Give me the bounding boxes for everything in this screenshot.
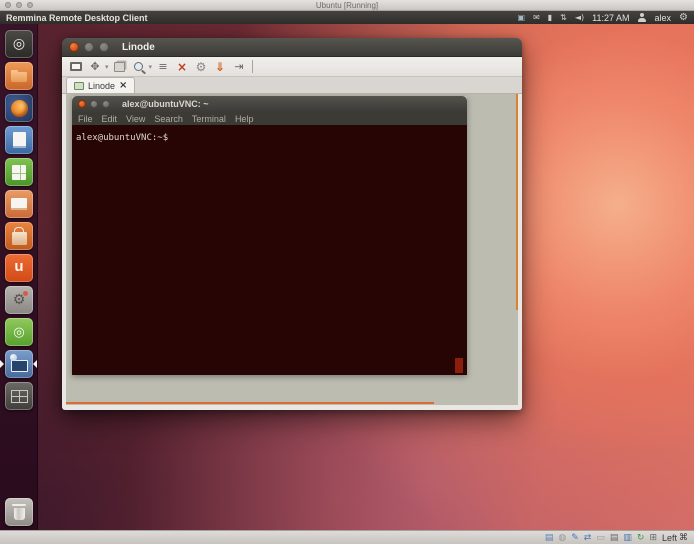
launcher-item-workspace-switcher[interactable] [5, 382, 33, 410]
user-menu[interactable]: alex [655, 13, 672, 23]
menu-file[interactable]: File [78, 114, 93, 124]
launcher-item-remmina[interactable] [5, 350, 33, 378]
launcher-item-system-settings[interactable] [5, 286, 33, 314]
features-icon[interactable]: ↻ [637, 531, 645, 544]
launcher-item-trash[interactable] [5, 498, 33, 526]
vbox-window-title: Ubuntu [Running] [316, 1, 378, 10]
terminal-window: alex@ubuntuVNC: ~ File Edit View Search … [72, 96, 467, 375]
preferences-gear-icon[interactable]: ⚙ [193, 59, 209, 75]
volume-icon[interactable]: ◄) [575, 11, 584, 24]
launcher-item-libreoffice-writer[interactable] [5, 126, 33, 154]
launcher-item-home-folder[interactable] [5, 62, 33, 90]
remote-wallpaper-bottom-edge [66, 402, 434, 404]
connect-icon[interactable]: ⇓ [212, 59, 228, 75]
remmina-toolbar: ✥ ▾ ▾ ≡ × ⚙ ⇓ ⇥ [62, 57, 522, 77]
running-indicator-arrow [0, 360, 4, 368]
menu-terminal[interactable]: Terminal [192, 114, 226, 124]
toolbar-separator [252, 60, 253, 73]
scaling-icon[interactable] [131, 59, 147, 75]
tab-label: Linode [88, 81, 115, 91]
menu-search[interactable]: Search [154, 114, 183, 124]
disconnect-icon[interactable]: ⇥ [231, 59, 247, 75]
remmina-minimize-button[interactable] [84, 42, 94, 52]
mac-zoom-button[interactable] [27, 2, 33, 8]
terminal-close-button[interactable] [78, 100, 86, 108]
focused-indicator-arrow [33, 360, 37, 368]
mouse-integration-icon[interactable]: ⊞ [649, 531, 657, 544]
active-app-title[interactable]: Remmina Remote Desktop Client [6, 13, 148, 23]
menu-help[interactable]: Help [235, 114, 254, 124]
mac-close-button[interactable] [5, 2, 11, 8]
tab-linode[interactable]: Linode × [66, 77, 135, 93]
launcher-item-ubuntu-one[interactable] [5, 254, 33, 282]
host-key-indicator: Left ⌘ [662, 533, 688, 543]
launcher-item-libreoffice-impress[interactable] [5, 190, 33, 218]
usb-icon[interactable]: ▭ [596, 531, 605, 544]
remote-wallpaper-sliver [455, 358, 463, 373]
remmina-titlebar[interactable]: Linode [62, 38, 522, 57]
desktop-wallpaper: Ubuntu [Running] Remmina Remote Desktop … [0, 0, 694, 544]
tab-close-icon[interactable]: × [119, 80, 127, 91]
fit-window-icon[interactable]: ✥ [87, 59, 103, 75]
video-capture-icon[interactable]: ✎ [571, 531, 579, 544]
ubuntu-menubar: Remmina Remote Desktop Client ▣ ✉ ▮ ⇅ ◄)… [0, 11, 694, 24]
network-icon[interactable]: ⇄ [584, 531, 592, 544]
launcher-item-ubuntu-software-center[interactable] [5, 222, 33, 250]
terminal-minimize-button[interactable] [90, 100, 98, 108]
remmina-close-button[interactable] [69, 42, 79, 52]
tools-icon[interactable]: × [174, 59, 190, 75]
mac-minimize-button[interactable] [16, 2, 22, 8]
terminal-menubar: File Edit View Search Terminal Help [72, 112, 467, 125]
remmina-window: Linode ✥ ▾ ▾ ≡ × ⚙ ⇓ ⇥ Linode × [62, 38, 522, 410]
remmina-tabstrip: Linode × [62, 77, 522, 94]
terminal-body[interactable]: alex@ubuntuVNC:~$ [72, 125, 467, 375]
launcher-item-dash-home[interactable] [5, 30, 33, 58]
shared-folders-icon[interactable]: ▤ [610, 531, 619, 544]
chevron-down-icon[interactable]: ▾ [149, 63, 153, 71]
launcher-item-firefox[interactable] [5, 94, 33, 122]
session-gear-icon[interactable]: ⚙ [679, 11, 688, 24]
vbox-statusbar: ▤ ◍ ✎ ⇄ ▭ ▤ ▥ ↻ ⊞ Left ⌘ [0, 530, 694, 544]
user-icon[interactable] [638, 13, 647, 22]
menu-edit[interactable]: Edit [102, 114, 118, 124]
remote-wallpaper-right-edge [516, 94, 518, 310]
remmina-maximize-button[interactable] [99, 42, 109, 52]
battery-icon[interactable]: ▮ [548, 11, 552, 24]
grab-keyboard-icon[interactable]: ≡ [155, 59, 171, 75]
harddisk-icon[interactable]: ▤ [545, 531, 554, 544]
terminal-maximize-button[interactable] [102, 100, 110, 108]
terminal-titlebar[interactable]: alex@ubuntuVNC: ~ [72, 96, 467, 112]
vbox-window-titlebar[interactable]: Ubuntu [Running] [0, 0, 694, 11]
fullscreen-icon[interactable] [68, 59, 84, 75]
menu-view[interactable]: View [126, 114, 145, 124]
display-icon[interactable]: ▥ [623, 531, 632, 544]
mail-icon[interactable]: ✉ [533, 11, 540, 24]
terminal-window-title: alex@ubuntuVNC: ~ [122, 99, 209, 109]
cdrom-icon[interactable]: ◍ [558, 531, 566, 544]
remmina-window-title: Linode [122, 42, 155, 53]
tab-screen-icon [74, 82, 84, 90]
launcher-item-update-manager[interactable] [5, 318, 33, 346]
duplicate-connection-icon[interactable] [112, 59, 128, 75]
vnc-viewport[interactable]: alex@ubuntuVNC: ~ File Edit View Search … [66, 94, 518, 405]
clock[interactable]: 11:27 AM [592, 13, 629, 23]
unity-launcher [0, 24, 38, 530]
launcher-item-libreoffice-calc[interactable] [5, 158, 33, 186]
chevron-down-icon[interactable]: ▾ [105, 63, 109, 71]
displays-icon[interactable]: ▣ [518, 11, 526, 24]
network-arrows-icon[interactable]: ⇅ [560, 11, 567, 24]
shell-prompt: alex@ubuntuVNC:~$ [76, 133, 168, 143]
